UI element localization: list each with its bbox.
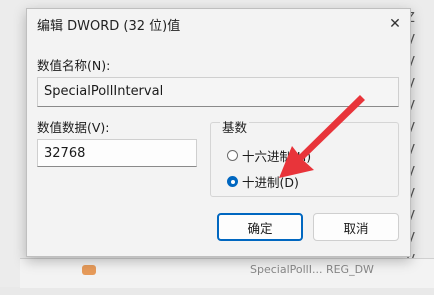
ok-button[interactable]: 确定 [217,213,303,241]
radio-button-selected-icon [227,176,238,187]
radio-hexadecimal-label: 十六进制(H) [242,149,312,164]
edit-dword-dialog: 编辑 DWORD (32 位)值 ✕ 数值名称(N): SpecialPollI… [26,8,411,257]
cancel-button-label: 取消 [343,220,369,236]
background-row-text: SpecialPollI... REG_DW [250,263,374,276]
background-list-row: SpecialPollI... REG_DW [20,258,434,288]
folder-icon [82,265,96,275]
value-name-field[interactable]: SpecialPollInterval [37,77,399,107]
radio-decimal-label: 十进制(D) [242,175,299,190]
base-group-title: 基数 [220,117,250,136]
close-icon: ✕ [389,16,401,32]
value-name-label: 数值名称(N): [37,58,111,73]
value-data-field[interactable]: 32768 [37,139,197,167]
dialog-title: 编辑 DWORD (32 位)值 [37,19,181,34]
radio-button-icon [227,150,238,161]
cancel-button[interactable]: 取消 [313,213,399,241]
close-button[interactable]: ✕ [380,9,410,39]
radio-decimal[interactable]: 十进制(D) [227,172,299,191]
radio-hexadecimal[interactable]: 十六进制(H) [227,146,311,165]
dialog-titlebar: 编辑 DWORD (32 位)值 ✕ [27,9,410,39]
value-data-label: 数值数据(V): [37,120,110,135]
ok-button-label: 确定 [247,220,273,236]
